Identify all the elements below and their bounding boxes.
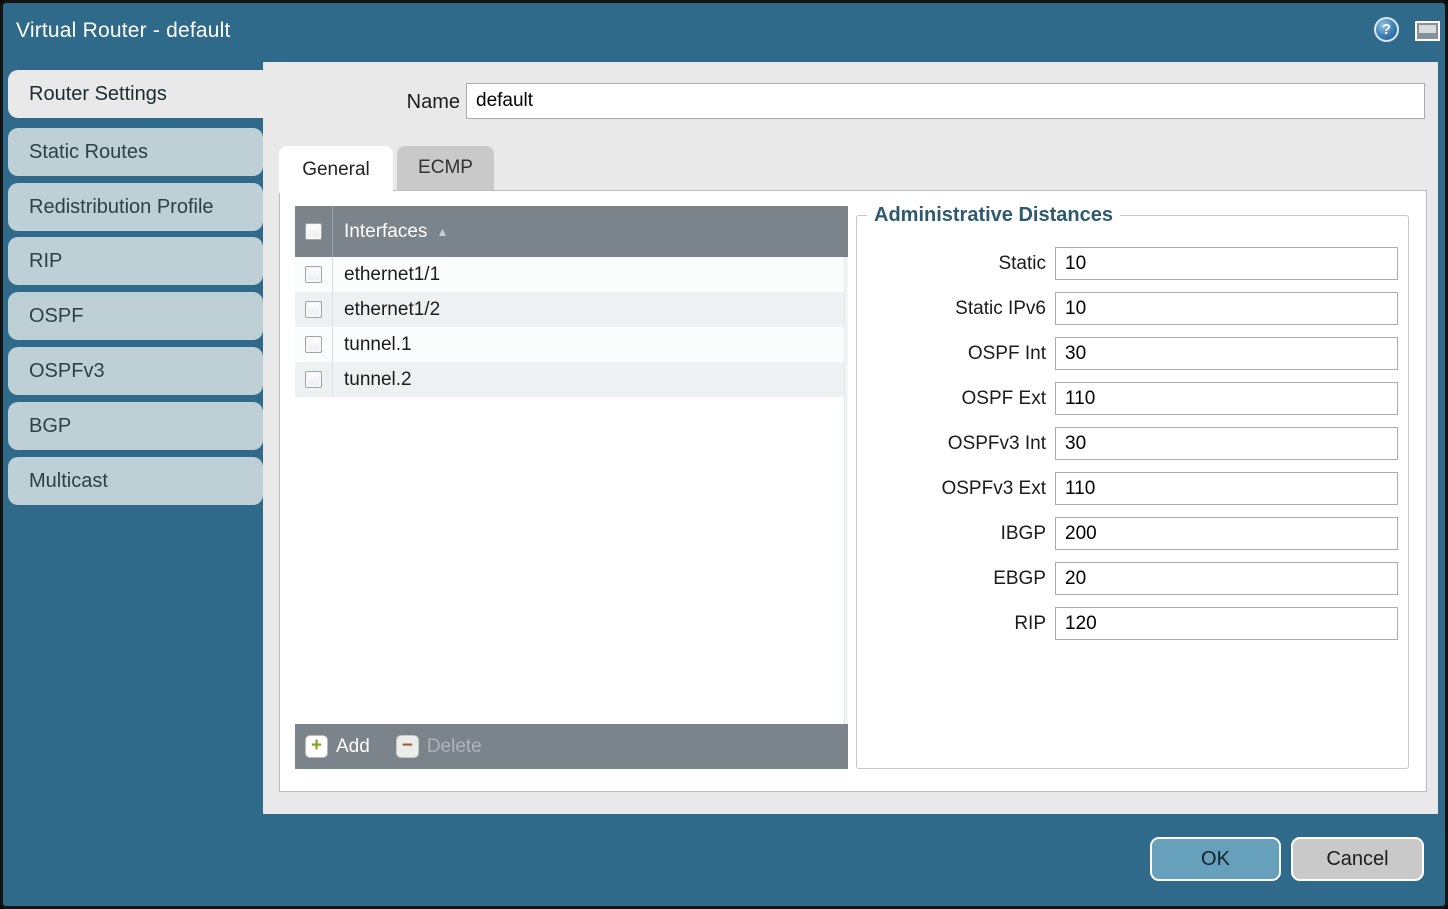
sidebar-item-ospf[interactable]: OSPF (8, 292, 263, 340)
static-ipv6-input[interactable] (1055, 292, 1398, 325)
static-input[interactable] (1055, 247, 1398, 280)
general-tab-panel: Interfaces ▲ ethernet1/1 ethernet1/2 t (279, 190, 1427, 792)
table-row[interactable]: tunnel.1 (295, 327, 848, 362)
sort-ascending-icon[interactable]: ▲ (436, 225, 448, 239)
row-checkbox-cell (295, 362, 333, 397)
field-row: OSPFv3 Ext (857, 472, 1398, 505)
table-row[interactable]: ethernet1/1 (295, 257, 848, 292)
sidebar-item-multicast[interactable]: Multicast (8, 457, 263, 505)
minus-icon: − (396, 735, 419, 758)
rip-input[interactable] (1055, 607, 1398, 640)
tab-general[interactable]: General (279, 146, 393, 193)
field-row: OSPF Int (857, 337, 1398, 370)
select-all-cell (295, 206, 333, 257)
administrative-distances-legend: Administrative Distances (867, 204, 1120, 227)
help-icon[interactable]: ? (1374, 17, 1399, 42)
row-checkbox-cell (295, 257, 333, 292)
sidebar-item-router-settings[interactable]: Router Settings (8, 70, 269, 118)
row-checkbox-cell (295, 327, 333, 362)
static-ipv6-label: Static IPv6 (955, 298, 1046, 320)
sidebar-item-rip[interactable]: RIP (8, 237, 263, 285)
ibgp-input[interactable] (1055, 517, 1398, 550)
dialog-title: Virtual Router - default (16, 19, 231, 43)
select-all-checkbox[interactable] (305, 223, 322, 240)
row-checkbox[interactable] (305, 371, 322, 388)
row-checkbox[interactable] (305, 301, 322, 318)
ospf-ext-input[interactable] (1055, 382, 1398, 415)
name-input[interactable] (466, 83, 1425, 119)
interfaces-table-footer: + Add − Delete (295, 724, 848, 769)
window-icon[interactable] (1415, 21, 1440, 41)
sidebar-item-bgp[interactable]: BGP (8, 402, 263, 450)
row-checkbox-cell (295, 292, 333, 327)
ospfv3-ext-input[interactable] (1055, 472, 1398, 505)
sidebar-item-redistribution-profile[interactable]: Redistribution Profile (8, 183, 263, 231)
field-row: IBGP (857, 517, 1398, 550)
interfaces-table-header: Interfaces ▲ (295, 206, 848, 257)
ebgp-input[interactable] (1055, 562, 1398, 595)
delete-button[interactable]: − Delete (396, 735, 482, 758)
add-button-label: Add (336, 736, 370, 758)
ospfv3-ext-label: OSPFv3 Ext (941, 478, 1046, 500)
name-label: Name (333, 91, 460, 114)
row-checkbox[interactable] (305, 266, 322, 283)
interface-name: ethernet1/1 (333, 264, 440, 286)
row-checkbox[interactable] (305, 336, 322, 353)
ospf-int-label: OSPF Int (968, 343, 1046, 365)
interfaces-column-header[interactable]: Interfaces (333, 221, 427, 243)
virtual-router-dialog: Virtual Router - default ? Router Settin… (0, 0, 1448, 909)
table-row[interactable]: ethernet1/2 (295, 292, 848, 327)
ospf-int-input[interactable] (1055, 337, 1398, 370)
interface-name: ethernet1/2 (333, 299, 440, 321)
ibgp-label: IBGP (1001, 523, 1046, 545)
field-row: Static (857, 247, 1398, 280)
sidebar-item-ospfv3[interactable]: OSPFv3 (8, 347, 263, 395)
interface-name: tunnel.1 (333, 334, 412, 356)
ospfv3-int-input[interactable] (1055, 427, 1398, 460)
field-row: EBGP (857, 562, 1398, 595)
interface-name: tunnel.2 (333, 369, 412, 391)
cancel-button[interactable]: Cancel (1291, 837, 1424, 881)
ebgp-label: EBGP (993, 568, 1046, 590)
ok-button[interactable]: OK (1150, 837, 1281, 881)
table-scrollbar[interactable] (844, 257, 848, 751)
field-row: OSPFv3 Int (857, 427, 1398, 460)
field-row: Static IPv6 (857, 292, 1398, 325)
field-row: OSPF Ext (857, 382, 1398, 415)
field-row: RIP (857, 607, 1398, 640)
static-label: Static (998, 253, 1046, 275)
sidebar-item-static-routes[interactable]: Static Routes (8, 128, 263, 176)
ospfv3-int-label: OSPFv3 Int (948, 433, 1046, 455)
tab-ecmp[interactable]: ECMP (397, 146, 494, 190)
rip-label: RIP (1014, 613, 1046, 635)
table-row[interactable]: tunnel.2 (295, 362, 848, 397)
administrative-distances-group: Administrative Distances Static Static I… (856, 204, 1409, 769)
ospf-ext-label: OSPF Ext (962, 388, 1046, 410)
add-button[interactable]: + Add (305, 735, 370, 758)
plus-icon: + (305, 735, 328, 758)
interfaces-table: Interfaces ▲ ethernet1/1 ethernet1/2 t (295, 206, 848, 769)
delete-button-label: Delete (427, 736, 482, 758)
